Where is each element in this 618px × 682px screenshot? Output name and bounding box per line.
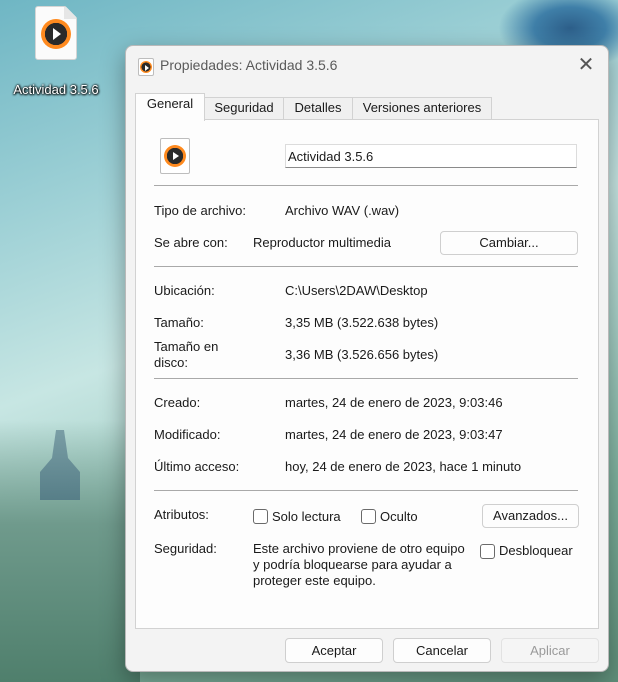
unblock-checkbox[interactable] — [480, 544, 495, 559]
hidden-checkbox[interactable] — [361, 509, 376, 524]
change-button[interactable]: Cambiar... — [440, 231, 578, 255]
security-text-1: Este archivo proviene de otro equipo — [253, 541, 465, 556]
title-bar[interactable]: Propiedades: Actividad 3.5.6 ✕ — [126, 46, 608, 86]
tab-previous-versions[interactable]: Versiones anteriores — [352, 97, 492, 120]
size-on-disk-label-1: Tamaño en — [154, 339, 219, 354]
location-label: Ubicación: — [154, 283, 215, 298]
unblock-label[interactable]: Desbloquear — [499, 543, 573, 558]
security-text-2: y podría bloquearse para ayudar a — [253, 557, 452, 572]
size-label: Tamaño: — [154, 315, 204, 330]
size-on-disk-value: 3,36 MB (3.526.656 bytes) — [285, 347, 439, 362]
cancel-button[interactable]: Cancelar — [393, 638, 491, 663]
accessed-label: Último acceso: — [154, 459, 240, 474]
general-panel: Tipo de archivo: Archivo WAV (.wav) Se a… — [135, 119, 599, 629]
opens-with-label: Se abre con: — [154, 235, 228, 250]
divider — [154, 378, 578, 379]
created-value: martes, 24 de enero de 2023, 9:03:46 — [285, 395, 503, 410]
advanced-button[interactable]: Avanzados... — [482, 504, 579, 528]
media-play-icon — [164, 145, 186, 167]
location-value: C:\Users\2DAW\Desktop — [285, 283, 428, 298]
opens-with-value: Reproductor multimedia — [253, 235, 392, 250]
readonly-label[interactable]: Solo lectura — [272, 509, 341, 524]
properties-window: Propiedades: Actividad 3.5.6 ✕ General S… — [125, 45, 609, 672]
size-on-disk-label-2: disco: — [154, 355, 188, 370]
tab-general[interactable]: General — [135, 93, 205, 121]
file-type-label: Tipo de archivo: — [154, 203, 247, 218]
modified-label: Modificado: — [154, 427, 221, 442]
readonly-checkbox[interactable] — [253, 509, 268, 524]
attributes-label: Atributos: — [154, 507, 209, 522]
wav-file-icon — [138, 58, 154, 76]
security-label: Seguridad: — [154, 541, 217, 556]
tab-security[interactable]: Seguridad — [204, 97, 284, 120]
desktop-file-label: Actividad 3.5.6 — [13, 82, 99, 97]
size-value: 3,35 MB (3.522.638 bytes) — [285, 315, 439, 330]
tab-details[interactable]: Detalles — [283, 97, 353, 120]
ok-button[interactable]: Aceptar — [285, 638, 383, 663]
media-play-icon — [140, 61, 152, 73]
modified-value: martes, 24 de enero de 2023, 9:03:47 — [285, 427, 503, 442]
accessed-value: hoy, 24 de enero de 2023, hace 1 minuto — [285, 459, 522, 474]
divider — [154, 185, 578, 186]
close-button[interactable]: ✕ — [572, 52, 600, 78]
wav-file-icon — [35, 6, 77, 60]
apply-button[interactable]: Aplicar — [501, 638, 599, 663]
file-type-value: Archivo WAV (.wav) — [285, 203, 400, 218]
hidden-label[interactable]: Oculto — [380, 509, 418, 524]
desktop-file-icon[interactable]: Actividad 3.5.6 — [6, 6, 106, 97]
window-title: Propiedades: Actividad 3.5.6 — [160, 57, 338, 73]
wallpaper-detail — [0, 420, 140, 682]
divider — [154, 490, 578, 491]
file-name-input[interactable] — [285, 144, 577, 168]
media-play-icon — [41, 19, 71, 49]
divider — [154, 266, 578, 267]
created-label: Creado: — [154, 395, 201, 410]
security-text-3: proteger este equipo. — [253, 573, 376, 588]
wallpaper-detail — [40, 430, 80, 500]
wav-file-icon — [160, 138, 190, 174]
